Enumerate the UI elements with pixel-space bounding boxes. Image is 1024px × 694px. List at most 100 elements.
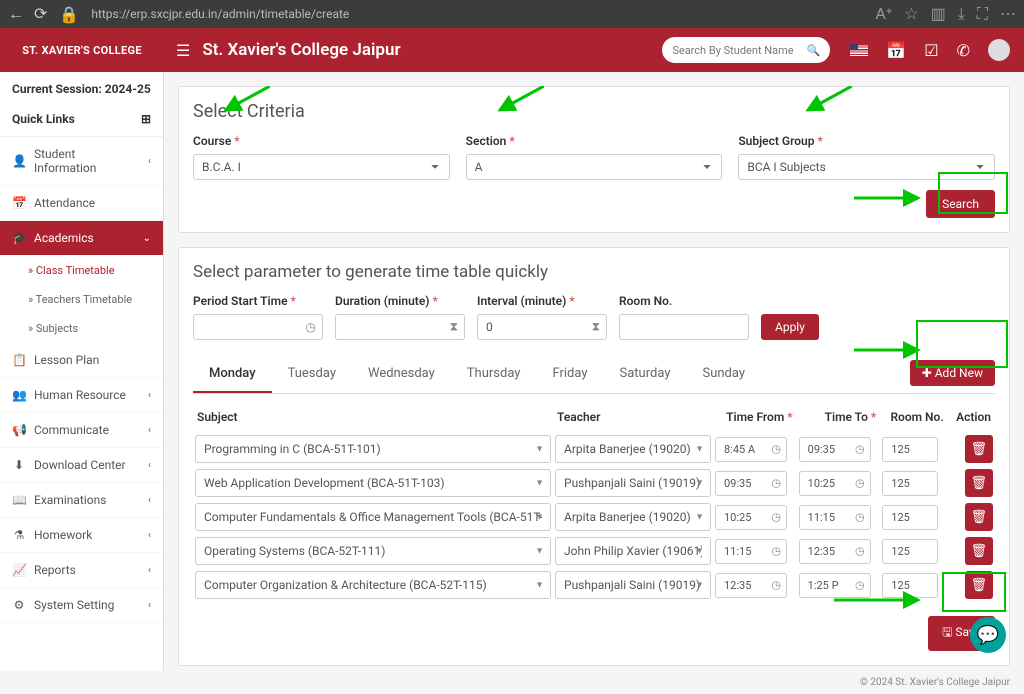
search-placeholder: Search By Student Name (672, 44, 806, 57)
sidebar-sub-teachers-timetable[interactable]: » Teachers Timetable (0, 285, 163, 314)
more-icon[interactable]: ⋯ (1000, 4, 1016, 24)
delete-button[interactable]: 🗑 (965, 435, 993, 463)
room-input[interactable] (882, 539, 938, 564)
timetable-table: Subject Teacher Time From * Time To * Ro… (193, 402, 995, 602)
subject-select[interactable] (195, 435, 551, 463)
flag-icon[interactable] (850, 44, 868, 56)
url-bar[interactable]: https://erp.sxcjpr.edu.in/admin/timetabl… (91, 7, 863, 21)
hourglass-icon: ⧗ (592, 320, 600, 335)
duration-input[interactable] (335, 314, 465, 340)
download-icon[interactable]: ⤓ (958, 4, 965, 24)
hamburger-icon[interactable]: ☰ (164, 41, 202, 60)
sidebar-sub-subjects[interactable]: » Subjects (0, 314, 163, 343)
chart-icon: 📈 (12, 563, 26, 577)
subject-group-select[interactable]: BCA I Subjects (738, 154, 995, 180)
chat-fab[interactable]: 💬 (970, 617, 1006, 653)
delete-button[interactable]: 🗑 (965, 571, 993, 599)
teacher-select[interactable] (555, 435, 711, 463)
chevron-left-icon: ‹ (148, 390, 151, 401)
grid-icon[interactable]: ⊞ (141, 112, 151, 126)
table-row: ▼ ▼ ◷ ◷ 🗑 (193, 534, 995, 568)
section-label: Section * (466, 134, 723, 148)
clock-icon: ◷ (771, 477, 781, 490)
room-input[interactable] (882, 471, 938, 496)
hourglass-icon: ⧗ (450, 320, 458, 335)
sidebar-item-academics[interactable]: 🎓 Academics ⌄ (0, 221, 163, 256)
teacher-select[interactable] (555, 537, 711, 565)
sidebar-item-system-setting[interactable]: ⚙ System Setting ‹ (0, 588, 163, 623)
interval-input[interactable] (477, 314, 607, 340)
tab-wednesday[interactable]: Wednesday (352, 356, 451, 393)
clipboard-icon: 📋 (12, 353, 26, 367)
back-icon[interactable]: ← (8, 4, 24, 24)
room-label: Room No. (619, 294, 749, 308)
calendar-icon: 📅 (12, 196, 26, 210)
tab-tuesday[interactable]: Tuesday (272, 356, 352, 393)
clock-icon: ◷ (306, 320, 316, 334)
text-size-icon[interactable]: A⁺ (875, 4, 892, 24)
app-header: ST. XAVIER'S COLLEGE ☰ St. Xavier's Coll… (0, 28, 1024, 72)
subject-select[interactable] (195, 537, 551, 565)
subject-select[interactable] (195, 571, 551, 599)
criteria-title: Select Criteria (193, 101, 995, 122)
sidebar-item-download-center[interactable]: ⬇ Download Center ‹ (0, 448, 163, 483)
browser-actions: A⁺ ☆ ▥ ⤓ ⛶ ⋯ (875, 4, 1016, 24)
room-input[interactable] (882, 573, 938, 598)
search-button[interactable]: Search (926, 190, 995, 218)
room-input[interactable] (619, 314, 749, 340)
star-icon[interactable]: ☆ (904, 4, 918, 24)
refresh-icon[interactable]: ⟳ (34, 4, 47, 24)
megaphone-icon: 📢 (12, 423, 26, 437)
tab-sunday[interactable]: Sunday (686, 356, 761, 393)
apply-button[interactable]: Apply (761, 314, 819, 340)
teacher-select[interactable] (555, 571, 711, 599)
sidebar-item-homework[interactable]: ⚗ Homework ‹ (0, 518, 163, 553)
sidebar-item-reports[interactable]: 📈 Reports ‹ (0, 553, 163, 588)
subject-group-label: Subject Group * (738, 134, 995, 148)
search-icon[interactable]: 🔍 (807, 44, 821, 57)
course-select[interactable]: B.C.A. I (193, 154, 450, 180)
tab-thursday[interactable]: Thursday (451, 356, 537, 393)
calendar-icon[interactable]: 📅 (886, 41, 906, 60)
period-input[interactable] (193, 314, 323, 340)
timetable-panel: Select parameter to generate time table … (178, 247, 1010, 666)
sidebar-item-communicate[interactable]: 📢 Communicate ‹ (0, 413, 163, 448)
avatar[interactable] (988, 39, 1010, 61)
logo[interactable]: ST. XAVIER'S COLLEGE (0, 28, 164, 72)
check-icon[interactable]: ☑ (924, 41, 938, 60)
whatsapp-icon[interactable]: ✆ (957, 41, 970, 60)
sidebar-sub-class-timetable[interactable]: » Class Timetable (0, 256, 163, 285)
download-icon: ⬇ (12, 458, 26, 472)
tab-monday[interactable]: Monday (193, 356, 272, 393)
sidebar-item-attendance[interactable]: 📅 Attendance (0, 186, 163, 221)
room-input[interactable] (882, 505, 938, 530)
quick-links[interactable]: Quick Links ⊞ (0, 106, 163, 137)
table-row: ▼ ▼ ◷ ◷ 🗑 (193, 500, 995, 534)
delete-button[interactable]: 🗑 (965, 537, 993, 565)
library-icon[interactable]: ▥ (931, 4, 946, 24)
clock-icon: ◷ (771, 579, 781, 592)
tab-saturday[interactable]: Saturday (604, 356, 687, 393)
add-new-button[interactable]: ✚ Add New (910, 360, 995, 386)
room-input[interactable] (882, 437, 938, 462)
session-label: Current Session: 2024-25 (0, 72, 163, 106)
trash-icon: 🗑 (971, 578, 988, 593)
table-row: ▼ ▼ ◷ ◷ 🗑 (193, 466, 995, 500)
teacher-select[interactable] (555, 503, 711, 531)
teacher-select[interactable] (555, 469, 711, 497)
delete-button[interactable]: 🗑 (965, 503, 993, 531)
delete-button[interactable]: 🗑 (965, 469, 993, 497)
table-row: ▼ ▼ ◷ ◷ 🗑 (193, 432, 995, 466)
sidebar-item-student-info[interactable]: 👤 Student Information ‹ (0, 137, 163, 186)
student-search[interactable]: Search By Student Name 🔍 (662, 37, 830, 63)
section-select[interactable]: A (466, 154, 723, 180)
criteria-panel: Select Criteria Course * B.C.A. I Sectio… (178, 86, 1010, 233)
sidebar-item-examinations[interactable]: 📖 Examinations ‹ (0, 483, 163, 518)
sidebar-item-lesson-plan[interactable]: 📋 Lesson Plan (0, 343, 163, 378)
course-label: Course * (193, 134, 450, 148)
subject-select[interactable] (195, 469, 551, 497)
sidebar-item-human-resource[interactable]: 👥 Human Resource ‹ (0, 378, 163, 413)
tab-friday[interactable]: Friday (536, 356, 603, 393)
subject-select[interactable] (195, 503, 551, 531)
screenshot-icon[interactable]: ⛶ (977, 4, 988, 24)
